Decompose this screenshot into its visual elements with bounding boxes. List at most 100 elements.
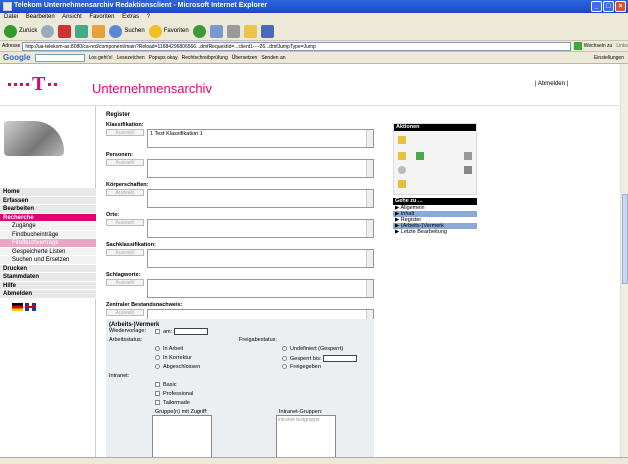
home-icon[interactable] [92, 24, 106, 38]
minimize-button[interactable]: _ [591, 1, 602, 12]
status-radio-arbeit[interactable] [155, 346, 160, 352]
sidebar-item[interactable]: Drucken [0, 264, 96, 273]
sidebar-item[interactable]: Erfassen [0, 196, 96, 205]
status-label-abgeschlossen: Abgeschlossen [163, 364, 201, 370]
print-icon[interactable] [226, 24, 240, 38]
intranet-checkbox-professional[interactable] [155, 391, 160, 397]
translate-button[interactable]: Übersetzen [232, 55, 258, 61]
sidebar-item[interactable]: Recherche [0, 213, 96, 222]
english-flag-icon[interactable] [25, 302, 36, 311]
list-icon[interactable] [464, 152, 472, 160]
field-textarea[interactable] [147, 249, 374, 268]
popups-button[interactable]: Popups okay [149, 55, 178, 61]
menu-ansicht[interactable]: Ansicht [62, 14, 82, 20]
menu-datei[interactable]: Datei [4, 14, 18, 20]
sidebar-item[interactable]: Home [0, 188, 96, 197]
freigabe-radio-undefiniert[interactable] [282, 346, 287, 352]
address-input[interactable]: http://ua-telekom-as:8080/ca-red/compone… [22, 41, 571, 51]
sidebar-item[interactable]: Zugänge [0, 222, 96, 231]
go-label: Wechseln zu [583, 43, 613, 49]
bookmarks-button[interactable]: Lesezeichen [117, 55, 145, 61]
media-icon[interactable] [192, 24, 206, 38]
sidebar-item[interactable]: Suchen und Ersetzen [0, 256, 96, 265]
auswahl-button[interactable]: Auswahl [106, 189, 144, 196]
sidebar-item[interactable]: Bearbeiten [0, 205, 96, 214]
spellcheck-button[interactable]: Rechtschreibprüfung [182, 55, 228, 61]
auswahl-button[interactable]: Auswahl [106, 129, 144, 136]
field-textarea[interactable] [147, 159, 374, 178]
status-radio-abgeschlossen[interactable] [155, 364, 160, 370]
register-form: Register Klassifikation: Auswahl 1 Test Kl… [106, 112, 374, 328]
messenger-icon[interactable] [260, 24, 274, 38]
search-label: Suchen [124, 28, 145, 34]
auswahl-button[interactable]: Auswahl [106, 249, 144, 256]
german-flag-icon[interactable] [12, 302, 23, 311]
links-label[interactable]: Links [616, 43, 628, 49]
intranet-checkbox-basic[interactable] [155, 382, 160, 388]
send-button[interactable]: Senden an [261, 55, 285, 61]
field-row: Auswahl [106, 249, 374, 268]
google-search-input[interactable] [34, 53, 85, 62]
intranet-gruppen-item[interactable]: intranet testgruppe [278, 417, 320, 423]
sidebar-item[interactable]: Gespeicherte Listen [0, 247, 96, 256]
forward-arrow-icon[interactable] [41, 24, 55, 38]
scrollbar-thumb[interactable] [622, 194, 628, 284]
search-icon [109, 24, 123, 38]
field-label: Orte: [106, 212, 120, 218]
sidebar-item[interactable]: Abmelden [0, 290, 96, 299]
edit-icon[interactable] [398, 136, 406, 144]
google-go-button[interactable]: Los geht's! [89, 55, 113, 61]
status-label-arbeit: In Arbeit [163, 346, 184, 352]
intranet-checkbox-tailormade[interactable] [155, 400, 160, 406]
freigabe-radio-freigegeben[interactable] [282, 364, 287, 370]
refresh-icon[interactable] [75, 24, 89, 38]
field-textarea[interactable] [147, 219, 374, 238]
ie-icon [3, 2, 12, 11]
field-textarea[interactable]: 1 Test Klassifikation 1 [147, 129, 374, 148]
stop-icon[interactable] [58, 24, 72, 38]
field-textarea[interactable] [147, 189, 374, 208]
move-icon[interactable] [416, 152, 424, 160]
field-label: Klassifikation: [106, 122, 144, 128]
sidebar-nav: Home Erfassen Bearbeiten Recherche Zugänge Fi… [0, 188, 96, 315]
google-logo[interactable]: Google [3, 53, 31, 62]
back-button[interactable]: Zurück [4, 24, 37, 38]
vertical-scrollbar[interactable] [620, 64, 628, 457]
close-button[interactable]: × [615, 1, 626, 12]
sidebar-item[interactable]: Stammdaten [0, 273, 96, 282]
menu-favoriten[interactable]: Favoriten [89, 14, 114, 20]
print-icon[interactable] [464, 166, 472, 174]
intranet-gruppen-listbox[interactable]: intranet testgruppe [276, 415, 336, 457]
vermerk-section: (Arbeits-)Vermerk Wiedervorlage: am: Arb… [106, 319, 374, 457]
gruppen-listbox[interactable] [152, 415, 212, 457]
sidebar-item[interactable]: Findbuchverträge [0, 239, 96, 248]
clock-icon[interactable] [398, 166, 406, 174]
auswahl-button[interactable]: Auswahl [106, 159, 144, 166]
status-radio-korrektur[interactable] [155, 355, 160, 361]
mail-icon[interactable] [209, 24, 223, 38]
field-textarea[interactable] [147, 279, 374, 298]
sidebar-item[interactable]: Findbucheinträge [0, 230, 96, 239]
sidebar-item[interactable]: Hilfe [0, 281, 96, 290]
settings-button[interactable]: Einstellungen [594, 55, 624, 61]
menu-bearbeiten[interactable]: Bearbeiten [26, 14, 55, 20]
menu-extras[interactable]: Extras [122, 14, 139, 20]
gehezu-item[interactable]: ▶ Letzte Bearbeitung [393, 229, 477, 235]
gesperrt-bis-input[interactable] [323, 355, 358, 362]
menubar: Datei Bearbeiten Ansicht Favoriten Extra… [0, 13, 628, 22]
search-button[interactable]: Suchen [109, 24, 145, 38]
favorites-button[interactable]: Favoriten [148, 24, 189, 38]
auswahl-button[interactable]: Auswahl [106, 279, 144, 286]
maximize-button[interactable]: □ [603, 1, 614, 12]
menu-help[interactable]: ? [147, 14, 150, 20]
freigabe-radio-gesperrt[interactable] [282, 356, 287, 361]
wiedervorlage-date-input[interactable] [174, 328, 209, 335]
auswahl-button[interactable]: Auswahl [106, 309, 144, 316]
copy-icon[interactable] [398, 152, 406, 160]
go-button[interactable]: Wechseln zu [573, 42, 613, 50]
auswahl-button[interactable]: Auswahl [106, 219, 144, 226]
logout-link[interactable]: | Abmelden | [535, 81, 568, 87]
wiedervorlage-checkbox[interactable] [155, 329, 160, 334]
pdf-icon[interactable] [398, 180, 406, 188]
folder-icon[interactable] [243, 24, 257, 38]
